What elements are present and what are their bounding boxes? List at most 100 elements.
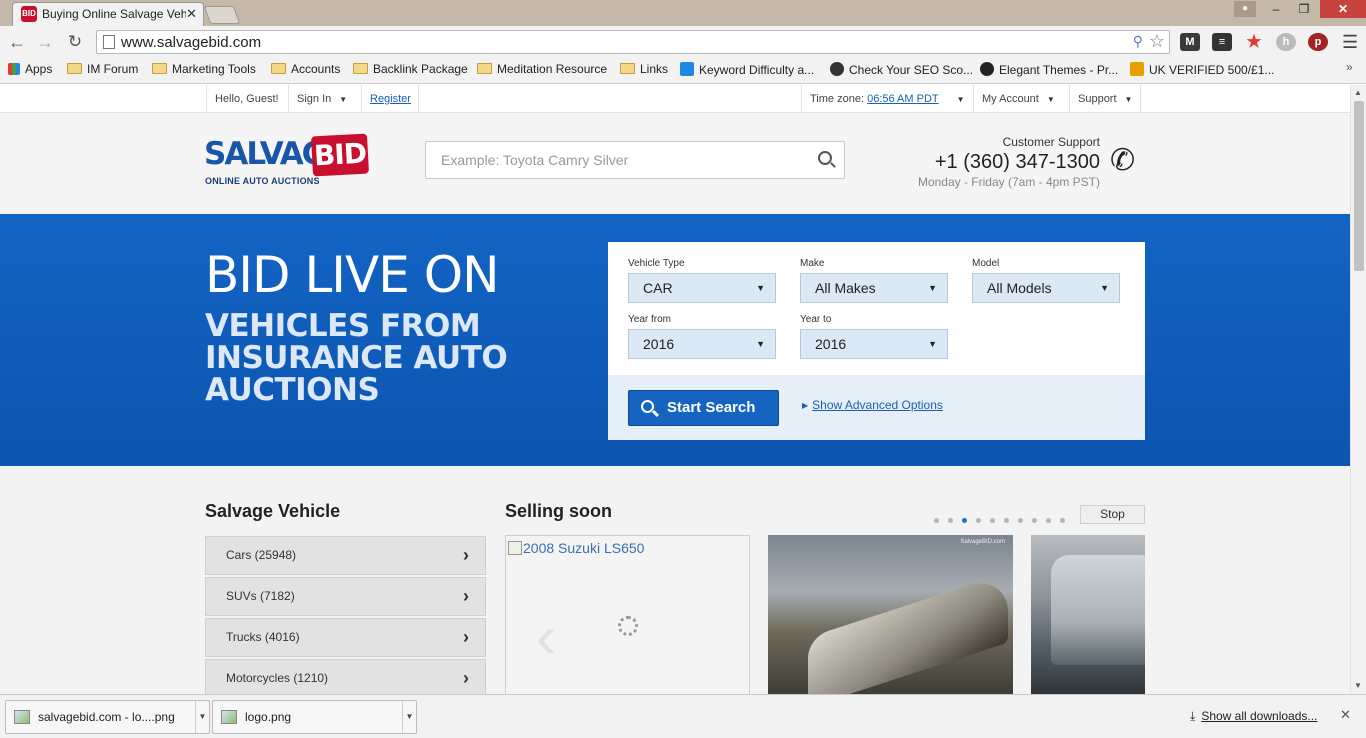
site-search-input[interactable] [427,143,807,177]
carousel-stop-button[interactable]: Stop [1080,505,1145,524]
buffer-extension-icon[interactable]: ≡ [1212,33,1232,51]
dropdown-arrow-icon: ▼ [1100,283,1109,293]
bookmark-accounts[interactable]: Accounts [271,62,340,76]
support-phone-number[interactable]: +1 (360) 347-1300 [935,151,1100,174]
bookmark-elegant-themes[interactable]: Elegant Themes - Pr... [980,62,1118,77]
bookmark-star-icon[interactable]: ☆ [1149,31,1165,52]
carousel-dot[interactable] [948,518,953,523]
translate-extension-icon[interactable]: ⚲ [1133,33,1143,50]
register-link[interactable]: Register [361,85,419,113]
back-arrow-icon[interactable]: ← [6,31,28,53]
tab-title: Buying Online Salvage Vehi [42,7,186,21]
carousel-dot[interactable] [1060,518,1065,523]
bookmark-marketing-tools[interactable]: Marketing Tools [152,62,256,76]
maximize-window-button[interactable]: ❐ [1290,0,1318,18]
category-motorcycles[interactable]: Motorcycles (1210) › [205,659,486,694]
tab-close-icon[interactable]: ✕ [186,6,197,22]
bookmark-keyword-difficulty[interactable]: Keyword Difficulty a... [680,62,814,77]
folder-icon [152,63,167,74]
scroll-down-arrow-icon[interactable]: ▼ [1354,681,1362,690]
page-scrollbar[interactable]: ▲ ▼ [1350,85,1366,694]
scrollbar-thumb[interactable] [1354,101,1364,271]
bookmark-backlink-package[interactable]: Backlink Package [353,62,468,76]
bookmark-uk-verified[interactable]: UK VERIFIED 500/£1... [1130,62,1274,77]
vehicle-type-select[interactable]: CAR ▼ [628,273,776,303]
vehicle-card[interactable] [1031,535,1145,694]
caret-down-icon: ▼ [339,95,348,104]
h-extension-icon[interactable]: h [1276,33,1296,51]
download-menu-arrow-icon[interactable]: ▼ [195,701,209,733]
download-shelf: salvagebid.com - lo....png ▼ logo.png ▼ … [0,694,1366,738]
download-menu-arrow-icon[interactable]: ▼ [402,701,416,733]
year-to-select[interactable]: 2016 ▼ [800,329,948,359]
chrome-menu-icon[interactable]: ☰ [1342,32,1358,53]
carousel-dot[interactable] [934,518,939,523]
carousel-dot[interactable] [1004,518,1009,523]
browser-toolbar: ← → ↻ www.salvagebid.com ⚲ ☆ [0,26,1366,58]
vehicle-image-alt-text: 2008 Suzuki LS650 [508,540,644,556]
utilbar-spacer [418,85,800,113]
chevron-right-icon: › [463,627,469,647]
carousel-dot[interactable] [976,518,981,523]
forward-arrow-icon[interactable]: → [34,31,56,53]
model-select[interactable]: All Models ▼ [972,273,1120,303]
category-trucks[interactable]: Trucks (4016) › [205,618,486,657]
loading-spinner-icon [618,616,638,636]
show-advanced-options-link[interactable]: ▶ Show Advanced Options [802,398,943,412]
url-text[interactable]: www.salvagebid.com [121,34,261,51]
close-shelf-icon[interactable]: ✕ [1340,707,1351,723]
guest-greeting: Hello, Guest! [206,85,287,113]
download-item[interactable]: salvagebid.com - lo....png ▼ [5,700,210,734]
year-from-select[interactable]: 2016 ▼ [628,329,776,359]
carousel-dot[interactable] [962,518,967,523]
make-select[interactable]: All Makes ▼ [800,273,948,303]
make-field: Make All Makes ▼ [800,258,948,303]
image-file-icon [14,710,30,724]
bookmark-seo-score[interactable]: Check Your SEO Sco... [830,62,973,77]
year-from-field: Year from 2016 ▼ [628,314,776,359]
category-cars[interactable]: Cars (25948) › [205,536,486,575]
reload-icon[interactable]: ↻ [64,31,86,53]
logo-bid-badge: BID [310,133,370,177]
start-search-button[interactable]: Start Search [628,390,779,426]
search-icon[interactable] [818,151,832,165]
page-icon [103,35,115,49]
bookmarks-overflow-button[interactable]: » [1346,60,1353,74]
page-viewport: Hello, Guest! Sign In ▼ Register Time zon… [0,85,1350,694]
p-extension-icon[interactable]: p [1308,33,1328,51]
star-extension-icon[interactable]: ★ [1244,33,1264,51]
carousel-dot[interactable] [1032,518,1037,523]
my-account-dropdown[interactable]: My Account ▼ [973,85,1063,113]
search-icon [641,400,654,413]
phone-icon: ✆ [1110,144,1136,177]
carousel-dot[interactable] [990,518,995,523]
caret-down-icon: ▼ [956,95,965,104]
bookmark-links[interactable]: Links [620,62,668,76]
carousel-dot[interactable] [1046,518,1051,523]
medium-extension-icon[interactable]: M [1180,33,1200,51]
carousel-dot[interactable] [1018,518,1023,523]
bookmark-meditation-resource[interactable]: Meditation Resource [477,62,607,76]
bookmark-apps[interactable]: Apps [8,62,52,76]
site-search [425,141,845,179]
support-dropdown[interactable]: Support ▼ [1069,85,1142,113]
timezone-selector[interactable]: Time zone: 06:56 AM PDT ▼ [801,85,973,113]
carousel-prev-icon[interactable]: ‹ [536,602,556,671]
category-suvs[interactable]: SUVs (7182) › [205,577,486,616]
dropdown-arrow-icon: ▼ [928,339,937,349]
download-item[interactable]: logo.png ▼ [212,700,417,734]
minimize-window-button[interactable]: – [1262,0,1290,18]
salvagebid-logo[interactable]: SALVAGE BID ONLINE AUTO AUCTIONS [204,133,370,193]
browser-tab[interactable]: BID Buying Online Salvage Vehi ✕ [12,2,204,26]
show-all-downloads-link[interactable]: ⤓ Show all downloads... [1190,709,1317,724]
damaged-boat-photo [808,572,1008,694]
scroll-up-arrow-icon[interactable]: ▲ [1354,88,1362,97]
vehicle-card[interactable]: 2008 Suzuki LS650 ‹ [505,535,750,694]
bookmark-im-forum[interactable]: IM Forum [67,62,138,76]
close-window-button[interactable]: ✕ [1320,0,1366,18]
new-tab-button[interactable] [203,6,241,24]
sign-in-dropdown[interactable]: Sign In ▼ [288,85,355,113]
profile-user-icon[interactable]: ● [1234,1,1256,17]
address-bar[interactable]: www.salvagebid.com ⚲ ☆ [96,30,1170,54]
vehicle-card[interactable]: SalvageBID.com [768,535,1013,694]
